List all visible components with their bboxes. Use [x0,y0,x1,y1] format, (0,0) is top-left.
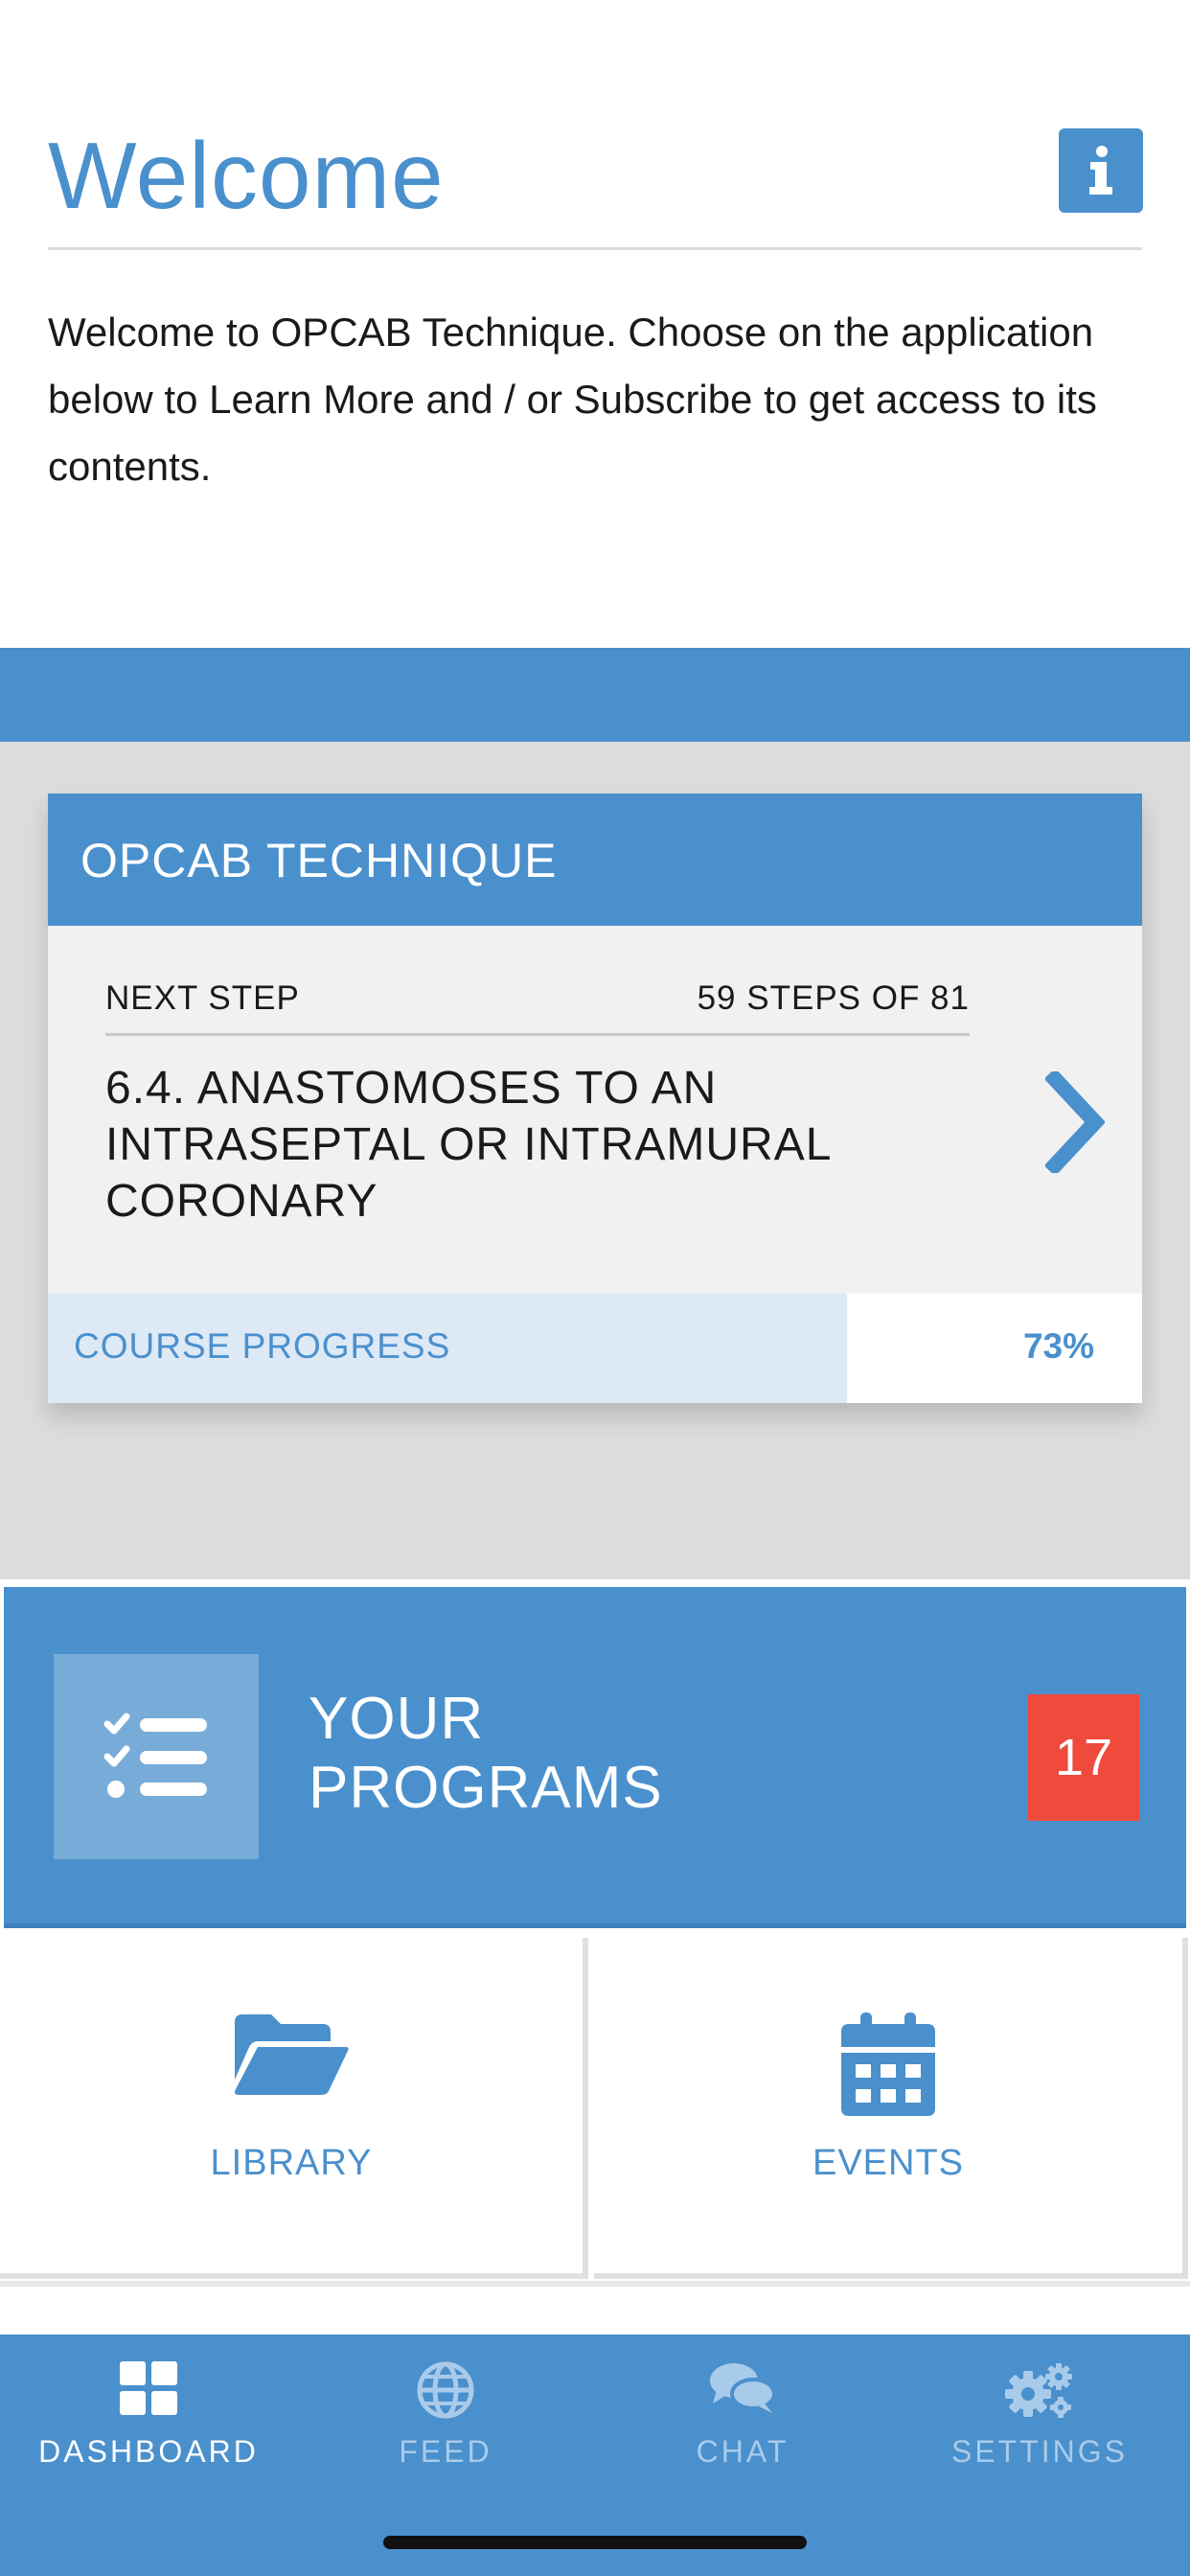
course-title: OPCAB TECHNIQUE [80,834,558,887]
chat-bubbles-icon [710,2363,776,2413]
blue-band [0,648,1190,742]
nav-settings-label: SETTINGS [950,2434,1128,2469]
grid-icon [120,2361,177,2415]
globe-icon [417,2361,474,2419]
calendar-icon [841,2012,935,2116]
progress-percent: 73% [1022,1326,1094,1366]
page-title: Welcome [48,123,445,228]
checklist-icon [54,1654,259,1859]
your-programs-label: YOUR PROGRAMS [309,1686,663,1821]
library-tile[interactable]: LIBRARY [0,1938,588,2279]
next-step-divider [105,1033,970,1036]
course-card-header: OPCAB TECHNIQUE [48,794,1142,926]
intro-text: Welcome to OPCAB Technique. Choose on th… [48,310,1097,489]
your-programs-button[interactable]: YOUR PROGRAMS 17 [4,1587,1186,1928]
folder-open-icon [235,2014,349,2095]
nav-dashboard[interactable]: DASHBOARD [0,2334,297,2507]
events-label: EVENTS [812,2143,965,2183]
gears-icon [1005,2363,1072,2418]
nav-feed-label: FEED [399,2434,492,2469]
next-step-label: NEXT STEP [105,979,300,1017]
steps-count: 59 STEPS OF 81 [697,979,970,1017]
programs-count-badge: 17 [1028,1694,1139,1821]
nav-feed[interactable]: FEED [297,2334,594,2507]
nav-chat[interactable]: CHAT [594,2334,891,2507]
course-progress-bar: COURSE PROGRESS 73% [48,1294,1142,1403]
info-button[interactable] [1059,128,1143,213]
events-tile[interactable]: EVENTS [594,1938,1188,2279]
progress-label: COURSE PROGRESS [74,1326,451,1366]
nav-dashboard-label: DASHBOARD [38,2434,259,2469]
nav-chat-label: CHAT [696,2434,790,2469]
welcome-header: Welcome Welcome to OPCAB Technique. Choo… [0,0,1190,648]
tile-row-divider [0,2281,1190,2287]
course-card[interactable]: OPCAB TECHNIQUE NEXT STEP 59 STEPS OF 81… [48,794,1142,1403]
next-step-panel[interactable]: NEXT STEP 59 STEPS OF 81 6.4. ANASTOMOSE… [48,926,1142,1294]
library-label: LIBRARY [210,2143,373,2183]
header-divider [48,247,1142,250]
nav-settings[interactable]: SETTINGS [891,2334,1188,2507]
chevron-right-icon[interactable] [1037,1060,1113,1184]
next-step-title: 6.4. ANASTOMOSES TO AN INTRASEPTAL OR IN… [105,1063,831,1227]
info-icon [1089,146,1112,195]
home-indicator [383,2536,807,2549]
